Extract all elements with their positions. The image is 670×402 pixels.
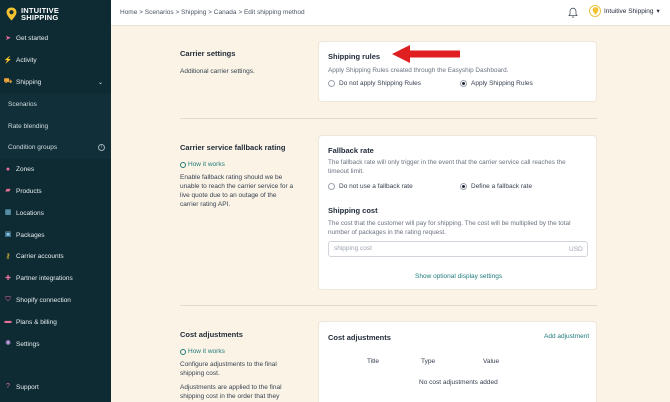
section-divider <box>180 118 597 119</box>
empty-state-text: No cost adjustments added <box>419 379 498 386</box>
radio-define-fallback[interactable]: Define a fallback rate <box>460 183 532 190</box>
sidebar-item-plans-billing[interactable]: ▬ Plans & billing <box>0 311 111 333</box>
sidebar-item-condition-groups[interactable]: Condition groups i <box>0 136 111 159</box>
logo[interactable]: INTUITIVE SHIPPING <box>0 0 111 28</box>
currency-unit: USD <box>569 246 583 253</box>
caret-down-icon: ▾ <box>656 8 660 15</box>
globe-icon: ● <box>5 165 11 173</box>
sidebar-item-scenarios[interactable]: Scenarios <box>0 93 111 116</box>
shopify-icon: ⛉ <box>5 296 11 304</box>
sidebar: INTUITIVE SHIPPING ➤ Get started ⚡ Activ… <box>0 0 111 402</box>
how-it-works-link[interactable]: How it works <box>180 161 225 168</box>
sidebar-item-carrier-accounts[interactable]: ⚷ Carrier accounts <box>0 246 111 268</box>
activity-icon: ⚡ <box>3 56 13 64</box>
package-icon: ▣ <box>4 231 12 239</box>
cost-adjustments-card: Cost adjustments Add adjustment Title Ty… <box>318 321 597 402</box>
sidebar-item-settings[interactable]: ✺ Settings <box>0 333 111 355</box>
key-icon: ⚷ <box>5 252 11 260</box>
fallback-title: Carrier service fallback rating <box>180 143 286 152</box>
breadcrumb[interactable]: Home > Scenarios > Shipping > Canada > E… <box>120 9 305 16</box>
fallback-desc: Enable fallback rating should we be unab… <box>180 174 294 208</box>
support-section: ? Support <box>0 376 111 398</box>
section-divider <box>180 305 597 306</box>
sidebar-item-activity[interactable]: ⚡ Activity <box>0 50 111 72</box>
cost-adjustments-desc-2: Adjustments are applied to the final shi… <box>180 384 282 400</box>
play-icon <box>180 348 186 355</box>
cost-adjustments-desc: Configure adjustments to the final shipp… <box>180 361 277 377</box>
user-menu[interactable]: Intuitive Shipping ▾ <box>589 5 660 17</box>
topbar: Home > Scenarios > Shipping > Canada > E… <box>111 0 670 26</box>
sidebar-item-shopify-connection[interactable]: ⛉ Shopify connection <box>0 290 111 312</box>
sidebar-item-locations[interactable]: ▦ Locations <box>0 202 111 224</box>
building-icon: ▦ <box>4 209 12 217</box>
rocket-icon: ➤ <box>5 34 11 42</box>
shipping-cost-text: The cost that the customer will pay for … <box>328 220 571 236</box>
gear-icon: ✺ <box>5 340 11 348</box>
carrier-settings-title: Carrier settings <box>180 49 236 58</box>
bell-icon[interactable] <box>567 7 579 19</box>
play-icon <box>180 161 186 168</box>
fallback-rate-title: Fallback rate <box>328 146 374 155</box>
fallback-rate-card: Fallback rate The fallback rate will onl… <box>318 135 597 290</box>
radio-button <box>328 80 335 87</box>
radio-apply-shipping-rules[interactable]: Apply Shipping Rules <box>460 80 533 87</box>
add-adjustment-button[interactable]: Add adjustment <box>544 333 589 340</box>
help-icon: ? <box>6 383 10 391</box>
logo-text: INTUITIVE SHIPPING <box>21 5 60 22</box>
card-icon: ▬ <box>4 318 12 326</box>
show-optional-display-settings-link[interactable]: Show optional display settings <box>415 273 502 280</box>
sidebar-item-support[interactable]: ? Support <box>0 376 111 398</box>
column-header-title: Title <box>367 358 380 365</box>
fallback-rate-text: The fallback rate will only trigger in t… <box>328 159 566 175</box>
carrier-settings-desc: Additional carrier settings. <box>180 68 255 75</box>
red-arrow-annotation <box>392 45 460 63</box>
sidebar-item-products[interactable]: ▰ Products <box>0 181 111 203</box>
shipping-cost-input[interactable]: shipping cost <box>328 241 588 257</box>
truck-icon: ⛟ <box>3 78 13 86</box>
user-name: Intuitive Shipping <box>604 7 654 15</box>
sidebar-nav: ➤ Get started ⚡ Activity ⛟ Shipping ⌄ Sc… <box>0 28 111 355</box>
cost-adjustments-card-title: Cost adjustments <box>328 333 391 342</box>
cost-adjustments-title: Cost adjustments <box>180 330 243 339</box>
sidebar-item-zones[interactable]: ● Zones <box>0 159 111 181</box>
sidebar-item-rate-blending[interactable]: Rate blending <box>0 115 111 137</box>
radio-button-selected <box>460 80 467 87</box>
avatar <box>589 5 601 17</box>
column-header-type: Type <box>421 358 436 365</box>
sidebar-item-get-started[interactable]: ➤ Get started <box>0 28 111 50</box>
location-pin-icon <box>6 7 17 21</box>
sidebar-item-packages[interactable]: ▣ Packages <box>0 224 111 246</box>
radio-button <box>328 183 335 190</box>
how-it-works-link[interactable]: How it works <box>180 348 225 355</box>
info-icon[interactable]: i <box>98 143 105 151</box>
radio-button-selected <box>460 183 467 190</box>
chevron-down-icon: ⌄ <box>97 79 103 86</box>
shipping-rules-title: Shipping rules <box>328 52 381 61</box>
shipping-rules-text: Apply Shipping Rules created through the… <box>328 67 509 74</box>
box-icon: ▰ <box>5 187 11 195</box>
sidebar-item-shipping[interactable]: ⛟ Shipping ⌄ <box>0 72 111 94</box>
shipping-cost-title: Shipping cost <box>328 206 378 215</box>
radio-no-fallback[interactable]: Do not use a fallback rate <box>328 183 413 190</box>
location-pin-icon <box>592 7 598 15</box>
puzzle-icon: ✚ <box>5 274 11 282</box>
column-header-value: Value <box>483 358 500 365</box>
sidebar-item-partner-integrations[interactable]: ✚ Partner integrations <box>0 268 111 290</box>
radio-no-shipping-rules[interactable]: Do not apply Shipping Rules <box>328 80 421 87</box>
